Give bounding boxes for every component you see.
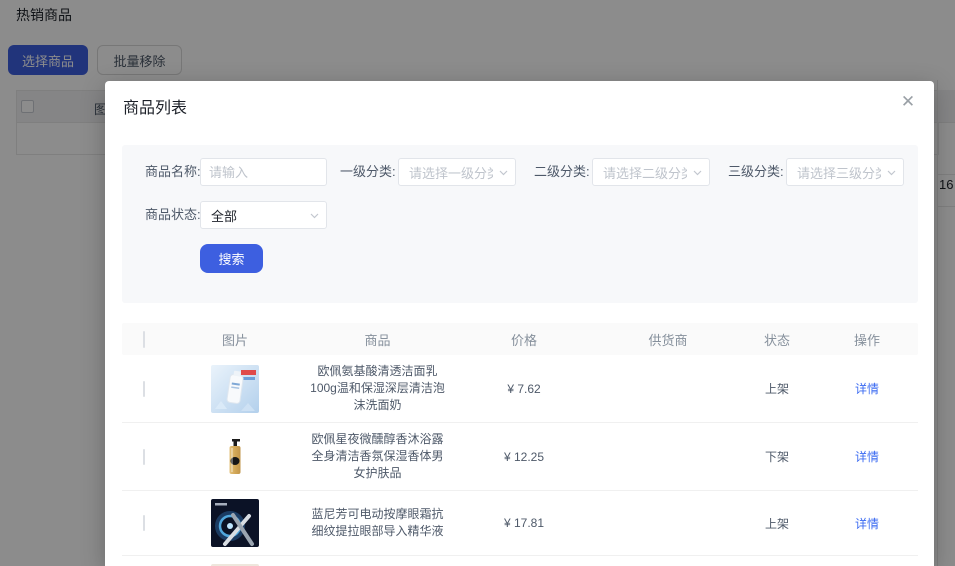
category3-label: 三级分类: xyxy=(728,164,784,179)
row-checkbox[interactable] xyxy=(142,380,145,397)
product-supplier xyxy=(598,456,738,457)
column-action: 操作 xyxy=(853,332,880,348)
table-header-row: 图片 商品 价格 供货商 状态 操作 xyxy=(122,323,918,355)
chevron-down-icon xyxy=(887,168,896,177)
product-name: 蓝尼芳可电动按摩眼霜抗细纹提拉眼部导入精华液 xyxy=(311,507,444,538)
column-image: 图片 xyxy=(221,332,248,348)
category2-label: 二级分类: xyxy=(534,164,590,179)
product-status: 下架 xyxy=(764,450,789,464)
category1-label: 一级分类: xyxy=(340,164,396,179)
product-price: ¥ 12.25 xyxy=(503,449,545,464)
product-table: 图片 商品 价格 供货商 状态 操作 欧佩氨基酸清透洁面乳100g温和保湿深层清… xyxy=(122,323,918,566)
product-status-select[interactable]: 全部 xyxy=(200,201,327,229)
table-row: 蓝尼芳可电动按摩眼霜抗细纹提拉眼部导入精华液 ¥ 17.81 上架 详情 xyxy=(122,491,918,556)
search-button[interactable]: 搜索 xyxy=(200,244,263,273)
product-supplier xyxy=(598,523,738,524)
product-thumbnail-cleanser-tube xyxy=(211,364,259,413)
table-row: 欧佩氨基酸清透洁面乳100g温和保湿深层清洁泡沫洗面奶 ¥ 7.62 上架 详情 xyxy=(122,355,918,423)
filter-panel: 商品名称: 一级分类: 请选择一级分类 二级分类: 请选择二级分类 三级分类: … xyxy=(122,145,918,303)
product-price: ¥ 17.81 xyxy=(503,516,545,530)
product-name: 欧佩星夜微醺醇香沐浴露全身清洁香氛保湿香体男女护肤品 xyxy=(311,432,444,480)
product-name-input[interactable] xyxy=(200,158,327,186)
product-status: 上架 xyxy=(764,516,789,531)
chevron-down-icon xyxy=(310,211,319,220)
table-row: 欧佩大米面膜补水保湿提亮肤色嫩滑肌肤 xyxy=(122,556,918,566)
detail-link[interactable]: 详情 xyxy=(816,380,918,397)
product-supplier xyxy=(598,388,738,389)
product-thumbnail-eye-device xyxy=(211,499,259,547)
row-checkbox[interactable] xyxy=(142,515,145,531)
detail-link[interactable]: 详情 xyxy=(816,448,918,465)
category1-select[interactable]: 请选择一级分类 xyxy=(398,158,516,186)
column-status: 状态 xyxy=(763,332,790,348)
column-supplier: 供货商 xyxy=(648,332,688,348)
modal-title: 商品列表 xyxy=(123,100,188,117)
column-product: 商品 xyxy=(364,332,391,348)
select-all-checkbox[interactable] xyxy=(142,330,145,348)
row-checkbox[interactable] xyxy=(142,448,145,465)
column-price: 价格 xyxy=(510,332,537,348)
category3-select[interactable]: 请选择三级分类 xyxy=(786,158,904,186)
detail-link[interactable]: 详情 xyxy=(816,515,918,532)
chevron-down-icon xyxy=(499,168,508,177)
category2-select[interactable]: 请选择二级分类 xyxy=(592,158,710,186)
product-name: 欧佩氨基酸清透洁面乳100g温和保湿深层清洁泡沫洗面奶 xyxy=(310,364,445,412)
product-status-label: 商品状态: xyxy=(145,207,201,222)
product-list-modal: 商品列表 ✕ 商品名称: 一级分类: 请选择一级分类 二级分类: 请选择二级分类… xyxy=(105,81,934,566)
product-price: ¥ 7.62 xyxy=(507,381,541,396)
product-thumbnail-gold-bottle xyxy=(211,432,259,481)
chevron-down-icon xyxy=(693,168,702,177)
table-row: 欧佩星夜微醺醇香沐浴露全身清洁香氛保湿香体男女护肤品 ¥ 12.25 下架 详情 xyxy=(122,423,918,491)
product-name-label: 商品名称: xyxy=(145,164,201,179)
close-icon[interactable]: ✕ xyxy=(896,90,920,114)
screen: 热销商品 选择商品 批量移除 图片 16 商品列表 ✕ 商品名称: 一级分类: … xyxy=(0,0,955,566)
product-status: 上架 xyxy=(764,382,789,396)
